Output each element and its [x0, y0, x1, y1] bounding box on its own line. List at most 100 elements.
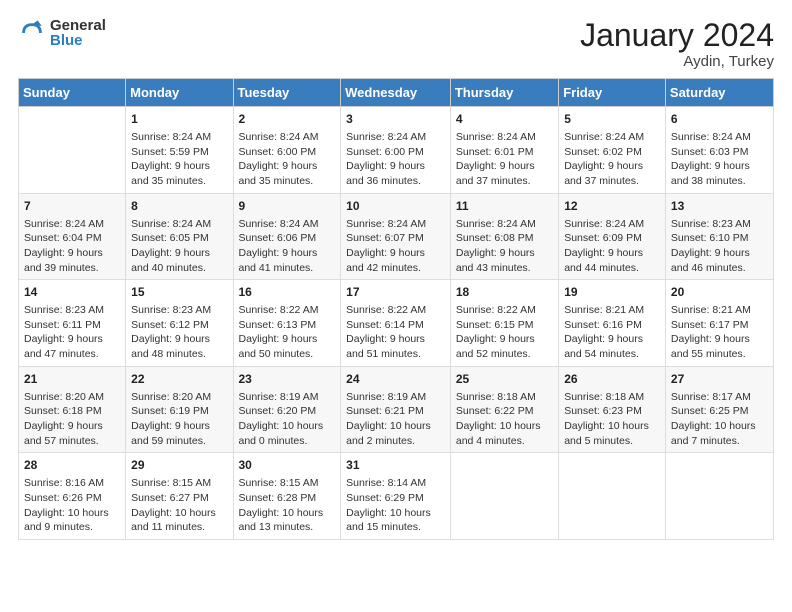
day-number: 1 [131, 111, 227, 128]
day-number: 10 [346, 198, 445, 215]
day-info: Sunrise: 8:21 AMSunset: 6:16 PMDaylight:… [564, 303, 660, 362]
day-number: 14 [24, 284, 120, 301]
day-info: Sunrise: 8:24 AMSunset: 6:08 PMDaylight:… [456, 217, 553, 276]
day-number: 25 [456, 371, 553, 388]
title-block: January 2024 Aydin, Turkey [580, 18, 774, 70]
day-info: Sunrise: 8:24 AMSunset: 6:05 PMDaylight:… [131, 217, 227, 276]
weekday-header-row: SundayMondayTuesdayWednesdayThursdayFrid… [19, 79, 774, 107]
day-cell: 14 Sunrise: 8:23 AMSunset: 6:11 PMDayligh… [19, 280, 126, 367]
logo: General Blue [18, 18, 106, 48]
day-info: Sunrise: 8:23 AMSunset: 6:10 PMDaylight:… [671, 217, 768, 276]
day-cell: 29 Sunrise: 8:15 AMSunset: 6:27 PMDayligh… [126, 453, 233, 540]
day-number: 22 [131, 371, 227, 388]
day-info: Sunrise: 8:15 AMSunset: 6:28 PMDaylight:… [239, 476, 336, 535]
day-number: 5 [564, 111, 660, 128]
day-number: 9 [239, 198, 336, 215]
day-number: 29 [131, 457, 227, 474]
weekday-header-friday: Friday [559, 79, 666, 107]
day-info: Sunrise: 8:16 AMSunset: 6:26 PMDaylight:… [24, 476, 120, 535]
day-info: Sunrise: 8:24 AMSunset: 6:00 PMDaylight:… [239, 130, 336, 189]
day-info: Sunrise: 8:23 AMSunset: 6:12 PMDaylight:… [131, 303, 227, 362]
day-info: Sunrise: 8:24 AMSunset: 6:03 PMDaylight:… [671, 130, 768, 189]
calendar-header: SundayMondayTuesdayWednesdayThursdayFrid… [19, 79, 774, 107]
weekday-header-thursday: Thursday [450, 79, 558, 107]
day-number: 2 [239, 111, 336, 128]
day-cell: 28 Sunrise: 8:16 AMSunset: 6:26 PMDayligh… [19, 453, 126, 540]
day-cell: 11Sunrise: 8:24 AMSunset: 6:08 PMDayligh… [450, 193, 558, 280]
day-number: 6 [671, 111, 768, 128]
day-cell: 7Sunrise: 8:24 AMSunset: 6:04 PMDaylight… [19, 193, 126, 280]
week-row-1: 1 Sunrise: 8:24 AMSunset: 5:59 PMDaylight… [19, 107, 774, 194]
day-cell: 16 Sunrise: 8:22 AMSunset: 6:13 PMDayligh… [233, 280, 341, 367]
logo-general-text: General [50, 18, 106, 33]
day-info: Sunrise: 8:24 AMSunset: 6:00 PMDaylight:… [346, 130, 445, 189]
logo-icon [18, 19, 46, 47]
day-info: Sunrise: 8:22 AMSunset: 6:13 PMDaylight:… [239, 303, 336, 362]
day-info: Sunrise: 8:24 AMSunset: 6:09 PMDaylight:… [564, 217, 660, 276]
day-info: Sunrise: 8:14 AMSunset: 6:29 PMDaylight:… [346, 476, 445, 535]
week-row-5: 28 Sunrise: 8:16 AMSunset: 6:26 PMDayligh… [19, 453, 774, 540]
page-header: General Blue January 2024 Aydin, Turkey [18, 18, 774, 70]
day-number: 16 [239, 284, 336, 301]
calendar-page: General Blue January 2024 Aydin, Turkey … [0, 0, 792, 612]
day-cell: 5 Sunrise: 8:24 AMSunset: 6:02 PMDaylight… [559, 107, 666, 194]
day-number: 26 [564, 371, 660, 388]
day-cell: 15Sunrise: 8:23 AMSunset: 6:12 PMDayligh… [126, 280, 233, 367]
day-info: Sunrise: 8:20 AMSunset: 6:19 PMDaylight:… [131, 390, 227, 449]
day-info: Sunrise: 8:22 AMSunset: 6:15 PMDaylight:… [456, 303, 553, 362]
day-cell: 22 Sunrise: 8:20 AMSunset: 6:19 PMDayligh… [126, 366, 233, 453]
day-number: 24 [346, 371, 445, 388]
day-number: 21 [24, 371, 120, 388]
location: Aydin, Turkey [580, 53, 774, 70]
day-info: Sunrise: 8:17 AMSunset: 6:25 PMDaylight:… [671, 390, 768, 449]
logo-text: General Blue [50, 18, 106, 48]
day-cell: 27 Sunrise: 8:17 AMSunset: 6:25 PMDayligh… [665, 366, 773, 453]
logo-blue-text: Blue [50, 33, 106, 48]
day-number: 4 [456, 111, 553, 128]
weekday-header-monday: Monday [126, 79, 233, 107]
day-cell [450, 453, 558, 540]
week-row-3: 14 Sunrise: 8:23 AMSunset: 6:11 PMDayligh… [19, 280, 774, 367]
day-cell: 13Sunrise: 8:23 AMSunset: 6:10 PMDayligh… [665, 193, 773, 280]
day-info: Sunrise: 8:24 AMSunset: 6:06 PMDaylight:… [239, 217, 336, 276]
week-row-2: 7Sunrise: 8:24 AMSunset: 6:04 PMDaylight… [19, 193, 774, 280]
month-title: January 2024 [580, 18, 774, 53]
day-number: 23 [239, 371, 336, 388]
day-cell: 10 Sunrise: 8:24 AMSunset: 6:07 PMDayligh… [341, 193, 451, 280]
day-info: Sunrise: 8:24 AMSunset: 6:02 PMDaylight:… [564, 130, 660, 189]
day-info: Sunrise: 8:20 AMSunset: 6:18 PMDaylight:… [24, 390, 120, 449]
day-info: Sunrise: 8:23 AMSunset: 6:11 PMDaylight:… [24, 303, 120, 362]
day-cell: 2 Sunrise: 8:24 AMSunset: 6:00 PMDaylight… [233, 107, 341, 194]
week-row-4: 21 Sunrise: 8:20 AMSunset: 6:18 PMDayligh… [19, 366, 774, 453]
day-number: 17 [346, 284, 445, 301]
weekday-header-saturday: Saturday [665, 79, 773, 107]
day-info: Sunrise: 8:18 AMSunset: 6:23 PMDaylight:… [564, 390, 660, 449]
day-cell: 8 Sunrise: 8:24 AMSunset: 6:05 PMDaylight… [126, 193, 233, 280]
day-number: 28 [24, 457, 120, 474]
day-number: 7 [24, 198, 120, 215]
day-info: Sunrise: 8:24 AMSunset: 5:59 PMDaylight:… [131, 130, 227, 189]
weekday-header-tuesday: Tuesday [233, 79, 341, 107]
weekday-header-wednesday: Wednesday [341, 79, 451, 107]
day-cell: 31Sunrise: 8:14 AMSunset: 6:29 PMDayligh… [341, 453, 451, 540]
day-number: 8 [131, 198, 227, 215]
day-info: Sunrise: 8:24 AMSunset: 6:01 PMDaylight:… [456, 130, 553, 189]
day-cell: 19 Sunrise: 8:21 AMSunset: 6:16 PMDayligh… [559, 280, 666, 367]
calendar-body: 1 Sunrise: 8:24 AMSunset: 5:59 PMDaylight… [19, 107, 774, 540]
day-number: 3 [346, 111, 445, 128]
day-number: 19 [564, 284, 660, 301]
day-number: 27 [671, 371, 768, 388]
day-number: 30 [239, 457, 336, 474]
day-cell: 6 Sunrise: 8:24 AMSunset: 6:03 PMDaylight… [665, 107, 773, 194]
day-info: Sunrise: 8:19 AMSunset: 6:21 PMDaylight:… [346, 390, 445, 449]
day-info: Sunrise: 8:15 AMSunset: 6:27 PMDaylight:… [131, 476, 227, 535]
day-info: Sunrise: 8:24 AMSunset: 6:07 PMDaylight:… [346, 217, 445, 276]
day-info: Sunrise: 8:19 AMSunset: 6:20 PMDaylight:… [239, 390, 336, 449]
day-cell: 25Sunrise: 8:18 AMSunset: 6:22 PMDayligh… [450, 366, 558, 453]
weekday-header-sunday: Sunday [19, 79, 126, 107]
day-number: 12 [564, 198, 660, 215]
calendar-table: SundayMondayTuesdayWednesdayThursdayFrid… [18, 78, 774, 540]
day-cell [665, 453, 773, 540]
day-info: Sunrise: 8:22 AMSunset: 6:14 PMDaylight:… [346, 303, 445, 362]
day-cell: 1 Sunrise: 8:24 AMSunset: 5:59 PMDaylight… [126, 107, 233, 194]
